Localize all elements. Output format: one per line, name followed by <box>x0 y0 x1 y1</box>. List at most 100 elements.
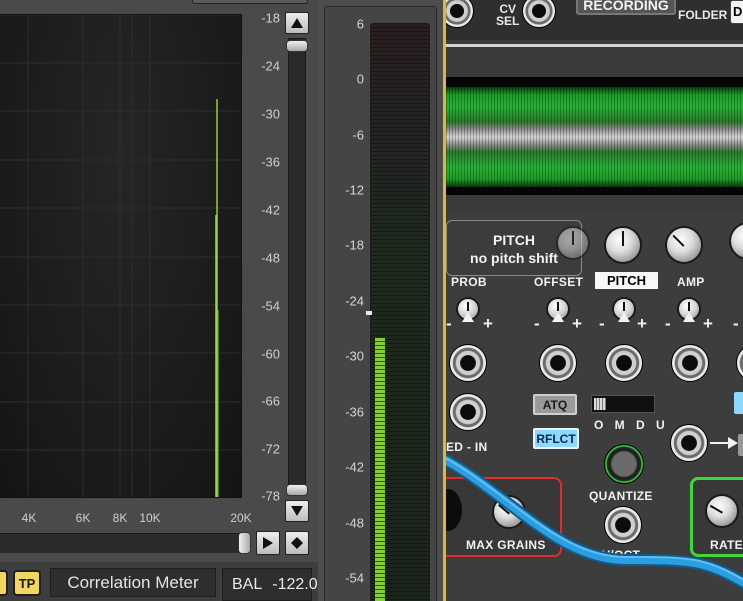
freq-tick-label: 6K <box>75 511 91 525</box>
voct-label: V/OCT <box>602 548 641 562</box>
vertical-scrollbar[interactable] <box>285 12 311 528</box>
db-tick-label: -66 <box>261 393 280 409</box>
scroll-thumb-top[interactable] <box>286 40 308 52</box>
db-tick-label: -78 <box>261 488 280 504</box>
triangle-down-icon <box>291 506 303 516</box>
minus-icon: - <box>665 314 671 333</box>
speed-in-jack[interactable] <box>449 393 487 431</box>
arrow-up-icon <box>552 312 564 322</box>
meter-scale-label: -30 <box>345 348 364 364</box>
meter-level-bar <box>375 337 385 601</box>
prob-cv-jack[interactable] <box>449 344 487 382</box>
blue-mode-button[interactable] <box>734 392 743 414</box>
knob-indicator <box>557 302 559 311</box>
meter-scale-label: -6 <box>352 127 364 143</box>
toggle-stub-button[interactable] <box>0 570 8 596</box>
scroll-right-button[interactable] <box>256 531 280 555</box>
meter-scale-label: -48 <box>345 515 364 531</box>
db-tick-label: -72 <box>261 441 280 457</box>
hscroll-thumb[interactable] <box>238 532 251 554</box>
arrow-up-icon <box>618 312 630 322</box>
offset-knob-large[interactable] <box>556 226 590 260</box>
meter-scale-label: -18 <box>345 237 364 253</box>
scroll-up-button[interactable] <box>285 12 309 34</box>
meter-scale-label: 0 <box>356 71 364 87</box>
recording-button[interactable]: RECORDING <box>576 0 676 15</box>
folder-label: FOLDER <box>678 8 728 22</box>
db-tick-label: -54 <box>261 298 280 314</box>
spectrum-analyzer-panel: -18 -24 -30 -36 -42 -48 -54 -60 -66 -72 … <box>0 0 318 601</box>
minus-icon: - <box>446 314 452 333</box>
correlation-meter-title: Correlation Meter <box>50 568 216 597</box>
meter-scale-label: -12 <box>345 182 364 198</box>
arrow-right-icon <box>710 437 738 449</box>
arrow-up-icon <box>462 312 474 322</box>
pitch-label: PITCH <box>595 272 658 289</box>
meter-scale-label: -36 <box>345 404 364 420</box>
input-jack[interactable] <box>446 0 474 28</box>
bottom-bar: TP Correlation Meter BAL -122.0 <box>0 562 318 601</box>
meter-scale-label: -54 <box>345 570 364 586</box>
trigger-jack[interactable] <box>670 424 708 462</box>
plus-icon: + <box>637 314 647 333</box>
rate-label: RATE <box>710 538 743 552</box>
prob-label: PROB <box>451 275 487 289</box>
balance-label: BAL <box>232 575 263 593</box>
spectrum-display[interactable] <box>0 14 242 498</box>
folder-button[interactable]: D <box>730 0 743 24</box>
db-tick-label: -24 <box>261 58 280 74</box>
scroll-down-button[interactable] <box>285 500 309 522</box>
pitch-cv-jack[interactable] <box>605 344 643 382</box>
pitch-knob[interactable] <box>604 226 642 264</box>
level-meter-panel: 6 0 -6 -12 -18 -24 -30 -36 -42 -48 -54 <box>318 0 443 601</box>
freq-tick-label: 20K <box>230 511 252 525</box>
offset-label: OFFSET <box>534 275 584 289</box>
triangle-up-icon <box>291 18 303 28</box>
switch-handle[interactable] <box>594 398 606 410</box>
peak-hold-marker <box>366 310 372 315</box>
max-grains-knob[interactable] <box>492 495 526 529</box>
meter-scale-label: -42 <box>345 459 364 475</box>
level-meter: 6 0 -6 -12 -18 -24 -30 -36 -42 -48 -54 <box>324 6 437 601</box>
reflect-button[interactable]: RFLCT <box>533 428 579 449</box>
voct-jack[interactable] <box>604 506 642 544</box>
db-tick-label: -30 <box>261 106 280 122</box>
zoom-reset-button[interactable] <box>285 531 309 555</box>
knob-indicator <box>688 302 690 311</box>
direction-switch-label: O M D U <box>594 418 669 432</box>
module-rack: CV SEL RECORDING FOLDER D PITCH no pitch… <box>446 0 743 601</box>
rack-top-module: CV SEL RECORDING FOLDER D <box>446 0 743 40</box>
amp-cv-jack[interactable] <box>671 344 709 382</box>
amp-label: AMP <box>677 275 705 289</box>
freq-tick-label: 10K <box>139 511 161 525</box>
db-tick-label: -48 <box>261 250 280 266</box>
rate-knob[interactable] <box>705 494 739 528</box>
cv-sel-jack[interactable] <box>522 0 556 28</box>
hscroll-track[interactable] <box>0 533 244 553</box>
gray-mode-button[interactable] <box>738 434 743 456</box>
atq-button[interactable]: ATQ <box>533 394 577 415</box>
knob-indicator <box>498 504 510 515</box>
meter-scale-label: 6 <box>356 16 364 32</box>
triangle-right-icon <box>263 537 273 549</box>
amp-knob[interactable] <box>665 226 703 264</box>
horizontal-scrollbar[interactable] <box>0 530 312 556</box>
waveform-display[interactable] <box>446 77 743 195</box>
speed-in-label: ED - IN <box>446 440 488 454</box>
jack-hole <box>446 489 462 531</box>
quantize-selector[interactable] <box>604 444 644 484</box>
cv-sel-label: CV SEL <box>496 3 519 27</box>
freq-tick-label: 8K <box>112 511 128 525</box>
scroll-track[interactable] <box>288 38 306 494</box>
true-peak-toggle[interactable]: TP <box>13 570 41 596</box>
direction-switch[interactable] <box>591 395 655 413</box>
arrow-up-icon <box>683 312 695 322</box>
plus-icon: + <box>703 314 713 333</box>
waveform-trace <box>446 87 743 187</box>
db-scale: -18 -24 -30 -36 -42 -48 -54 -60 -66 -72 … <box>242 0 286 504</box>
freq-tick-label: 4K <box>21 511 37 525</box>
scroll-thumb-bottom[interactable] <box>286 484 308 496</box>
knob-indicator <box>623 302 625 311</box>
offset-cv-jack[interactable] <box>539 344 577 382</box>
minus-icon: - <box>534 314 540 333</box>
